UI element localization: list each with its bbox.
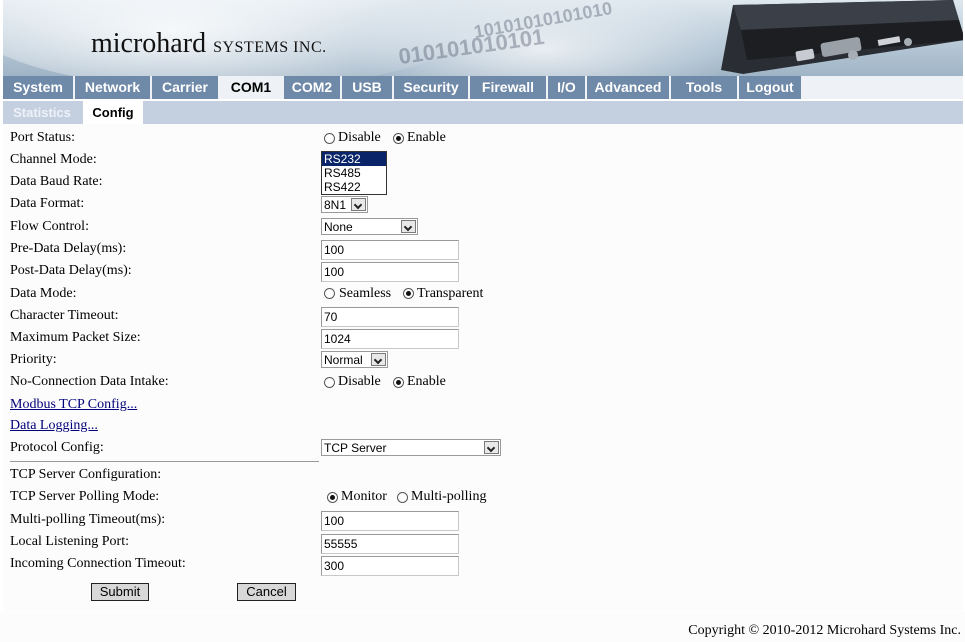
baud-rate-label: Data Baud Rate: <box>10 174 103 189</box>
nav-tab-system[interactable]: System <box>3 76 73 99</box>
polling-monitor-radio[interactable] <box>327 492 338 503</box>
multipoll-timeout-input[interactable]: 100 <box>321 511 459 531</box>
channel-mode-dropdown-list[interactable]: RS232 RS485 RS422 <box>321 151 387 195</box>
channel-mode-option[interactable]: RS232 <box>322 152 386 166</box>
company-logo: microhard SYSTEMS INC. <box>91 28 327 60</box>
chevron-down-icon <box>371 353 386 366</box>
post-delay-input[interactable]: 100 <box>321 262 459 282</box>
port-status-enable-label: Enable <box>407 130 446 145</box>
chevron-down-icon <box>484 441 499 454</box>
sub-nav: Statistics Config <box>3 101 963 124</box>
footer: Copyright © 2010-2012 Microhard Systems … <box>0 612 965 642</box>
submit-button[interactable]: Submit <box>91 583 149 601</box>
pre-delay-input[interactable]: 100 <box>321 240 459 260</box>
port-status-disable-radio[interactable] <box>324 133 335 144</box>
nav-tab-network[interactable]: Network <box>75 76 150 99</box>
no-conn-disable-radio[interactable] <box>324 377 335 388</box>
data-mode-seamless-radio[interactable] <box>324 288 335 299</box>
logo-sub: SYSTEMS INC. <box>213 39 327 56</box>
data-format-select[interactable]: 8N1 <box>321 196 368 213</box>
tcp-server-config-heading: TCP Server Configuration: <box>10 467 162 482</box>
port-status-label: Port Status: <box>10 130 75 145</box>
data-mode-transparent-radio[interactable] <box>403 288 414 299</box>
chevron-down-icon <box>401 220 416 233</box>
char-timeout-input[interactable]: 70 <box>321 307 459 327</box>
no-conn-label: No-Connection Data Intake: <box>10 374 169 389</box>
port-status-disable-label: Disable <box>338 130 381 145</box>
data-mode-label: Data Mode: <box>10 286 77 301</box>
nav-tab-carrier[interactable]: Carrier <box>152 76 218 99</box>
data-mode-transparent-label: Transparent <box>417 286 484 301</box>
modbus-config-link[interactable]: Modbus TCP Config... <box>10 397 137 413</box>
nav-tab-usb[interactable]: USB <box>342 76 392 99</box>
flow-control-value: None <box>324 220 353 234</box>
priority-label: Priority: <box>10 352 57 367</box>
nav-tab-io[interactable]: I/O <box>548 76 585 99</box>
max-packet-label: Maximum Packet Size: <box>10 330 141 345</box>
data-logging-link[interactable]: Data Logging... <box>10 418 98 434</box>
priority-select[interactable]: Normal <box>321 351 388 368</box>
subtab-config[interactable]: Config <box>83 101 143 124</box>
polling-mode-label: TCP Server Polling Mode: <box>10 489 160 504</box>
incoming-timeout-input[interactable]: 300 <box>321 556 459 576</box>
protocol-config-value: TCP Server <box>324 441 387 455</box>
channel-mode-option[interactable]: RS485 <box>322 166 386 180</box>
priority-value: Normal <box>324 353 363 367</box>
no-conn-enable-radio[interactable] <box>393 377 404 388</box>
data-mode-seamless-label: Seamless <box>339 286 392 301</box>
copyright-text: Copyright © 2010-2012 Microhard Systems … <box>688 623 961 638</box>
max-packet-input[interactable]: 1024 <box>321 329 459 349</box>
listen-port-label: Local Listening Port: <box>10 534 129 549</box>
nav-tab-com1[interactable]: COM1 <box>220 76 282 99</box>
channel-mode-label: Channel Mode: <box>10 152 97 167</box>
port-status-enable-radio[interactable] <box>393 133 404 144</box>
nav-tab-logout[interactable]: Logout <box>739 76 801 99</box>
char-timeout-label: Character Timeout: <box>10 308 119 323</box>
listen-port-input[interactable]: 55555 <box>321 534 459 554</box>
pre-delay-label: Pre-Data Delay(ms): <box>10 241 127 256</box>
nav-tab-security[interactable]: Security <box>394 76 468 99</box>
polling-multi-radio[interactable] <box>397 492 408 503</box>
chevron-down-icon <box>351 198 366 211</box>
no-conn-enable-label: Enable <box>407 374 446 389</box>
nav-tab-tools[interactable]: Tools <box>671 76 737 99</box>
multipoll-timeout-label: Multi-polling Timeout(ms): <box>10 512 166 527</box>
polling-monitor-label: Monitor <box>341 489 387 504</box>
flow-control-select[interactable]: None <box>321 218 418 235</box>
header-banner: 010101010101 10101010101010 microhard SY… <box>3 0 963 76</box>
post-delay-label: Post-Data Delay(ms): <box>10 263 132 278</box>
device-image <box>721 0 963 74</box>
logo-main: microhard <box>91 28 207 59</box>
nav-tab-firewall[interactable]: Firewall <box>470 76 546 99</box>
data-format-value: 8N1 <box>324 198 347 212</box>
incoming-timeout-label: Incoming Connection Timeout: <box>10 556 186 571</box>
section-divider <box>10 461 319 462</box>
nav-tab-com2[interactable]: COM2 <box>284 76 340 99</box>
subtab-statistics[interactable]: Statistics <box>3 101 81 124</box>
main-nav: System Network Carrier COM1 COM2 USB Sec… <box>3 76 963 99</box>
channel-mode-option[interactable]: RS422 <box>322 180 386 194</box>
flow-control-label: Flow Control: <box>10 219 89 234</box>
data-format-label: Data Format: <box>10 196 85 211</box>
nav-tab-advanced[interactable]: Advanced <box>587 76 669 99</box>
no-conn-disable-label: Disable <box>338 374 381 389</box>
polling-multi-label: Multi-polling <box>411 489 487 504</box>
protocol-config-select[interactable]: TCP Server <box>321 439 501 456</box>
config-form: Port Status: Disable Enable Channel Mode… <box>3 124 963 611</box>
protocol-config-label: Protocol Config: <box>10 440 104 455</box>
cancel-button[interactable]: Cancel <box>237 583 296 601</box>
